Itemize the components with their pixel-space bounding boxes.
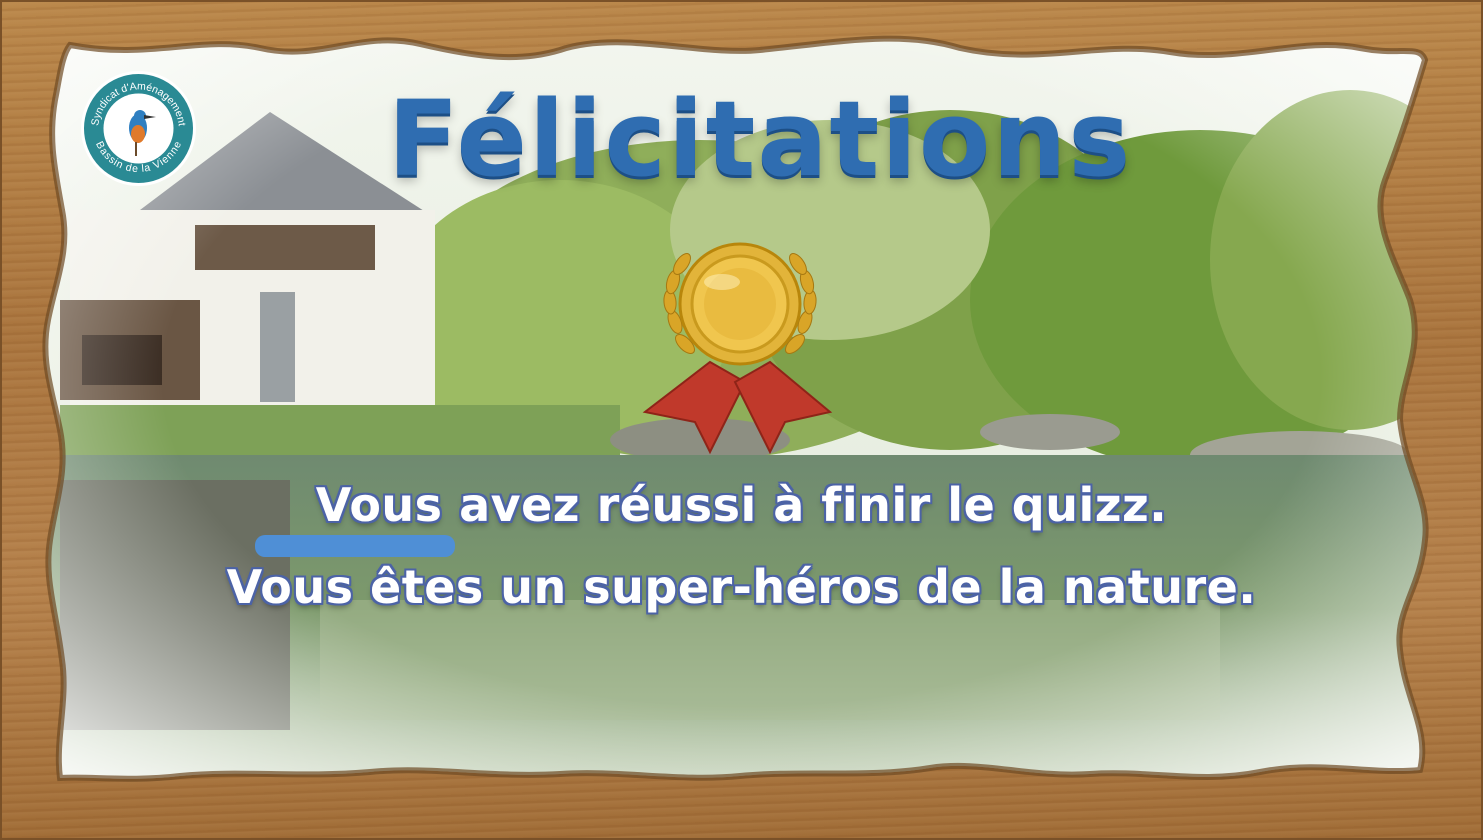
gold-medal-icon — [640, 232, 840, 457]
congratulations-title: Félicitations — [387, 78, 1133, 200]
message-line-1: Vous avez réussi à finir le quizz. — [315, 478, 1168, 532]
message-line-2: Vous êtes un super-héros de la nature. — [226, 560, 1257, 614]
syndicat-logo: Syndicat d'Aménagement Bassin de la Vien… — [80, 70, 197, 187]
